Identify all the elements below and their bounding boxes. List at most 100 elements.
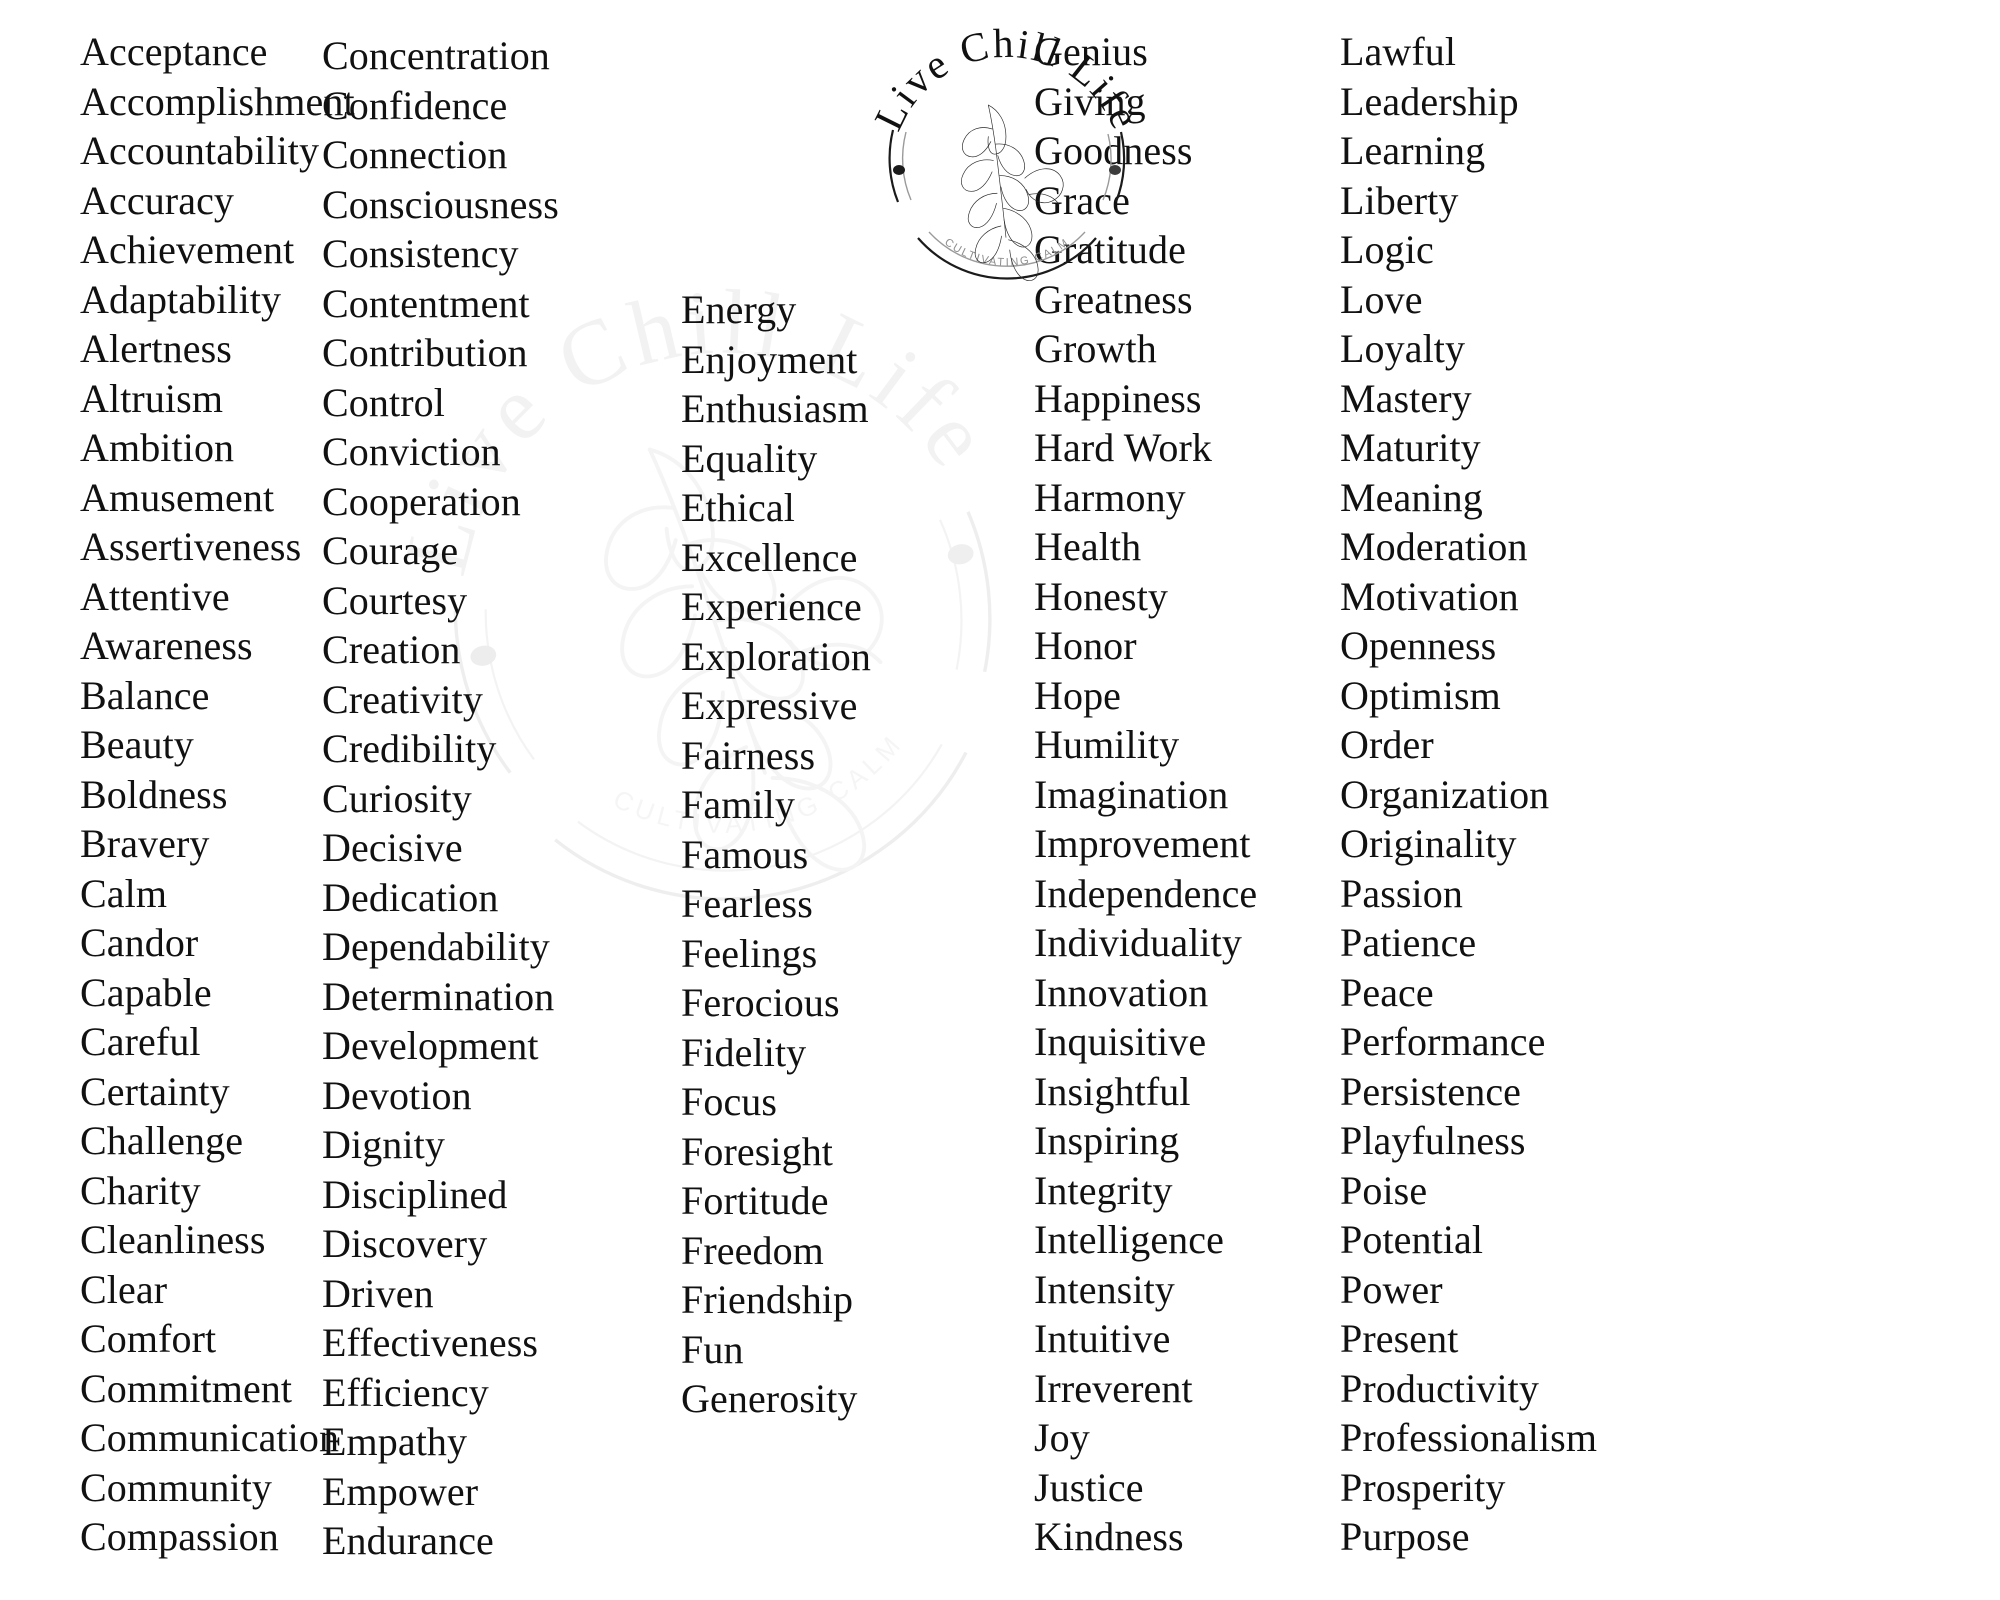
value-word: Family bbox=[681, 782, 795, 827]
value-word: Generosity bbox=[681, 1376, 858, 1421]
value-word: Careful bbox=[80, 1019, 201, 1064]
value-word: Disciplined bbox=[322, 1171, 508, 1217]
value-word: Ambition bbox=[80, 425, 235, 470]
value-word: Boldness bbox=[80, 771, 228, 817]
value-word: Confidence bbox=[322, 82, 508, 128]
value-word: Creativity bbox=[322, 676, 483, 722]
value-word: Intuitive bbox=[1034, 1316, 1171, 1361]
value-word: Feelings bbox=[681, 930, 818, 976]
value-word: Imagination bbox=[1034, 771, 1229, 817]
value-word: Capable bbox=[80, 969, 212, 1015]
value-word: Dignity bbox=[322, 1122, 445, 1167]
value-word: Expressive bbox=[681, 683, 858, 728]
value-word: Honor bbox=[1034, 623, 1137, 668]
value-word: Acceptance bbox=[80, 29, 268, 74]
value-word: Fidelity bbox=[681, 1029, 807, 1075]
value-word: Achievement bbox=[80, 227, 295, 272]
value-word: Integrity bbox=[1034, 1167, 1173, 1213]
value-word: Conviction bbox=[322, 429, 501, 474]
value-word: Determination bbox=[322, 973, 555, 1019]
value-word: Enthusiasm bbox=[681, 386, 869, 431]
value-word: Balance bbox=[80, 672, 210, 718]
value-word: Optimism bbox=[1340, 672, 1501, 718]
value-word: Curiosity bbox=[322, 775, 472, 821]
value-word: Community bbox=[80, 1464, 273, 1510]
value-word: Loyalty bbox=[1340, 326, 1466, 371]
value-word: Courtesy bbox=[322, 577, 468, 623]
value-word: Attentive bbox=[80, 573, 230, 619]
value-word: Energy bbox=[681, 287, 797, 332]
value-word: Contribution bbox=[322, 330, 528, 375]
value-word: Hard Work bbox=[1034, 425, 1213, 470]
value-word: Foresight bbox=[681, 1128, 834, 1174]
value-word: Courage bbox=[322, 528, 459, 573]
value-word: Persistence bbox=[1340, 1068, 1522, 1114]
value-word: Calm bbox=[80, 870, 168, 916]
value-word: Empathy bbox=[322, 1419, 468, 1464]
value-word: Love bbox=[1340, 276, 1423, 322]
value-word: Creation bbox=[322, 627, 461, 672]
value-word: Order bbox=[1340, 722, 1434, 767]
value-word: Efficiency bbox=[322, 1369, 489, 1415]
value-word: Intensity bbox=[1034, 1266, 1175, 1312]
value-word: Experience bbox=[681, 584, 862, 629]
value-word: Inquisitive bbox=[1034, 1019, 1207, 1064]
value-word: Dependability bbox=[322, 924, 550, 969]
value-word: Fairness bbox=[681, 732, 816, 778]
value-word: Friendship bbox=[681, 1277, 854, 1322]
value-word: Ethical bbox=[681, 485, 795, 530]
value-word: Maturity bbox=[1340, 425, 1481, 470]
value-word: Consistency bbox=[322, 231, 519, 276]
value-word: Learning bbox=[1340, 128, 1486, 173]
value-word: Irreverent bbox=[1034, 1365, 1193, 1411]
value-word: Altruism bbox=[80, 375, 224, 421]
value-word: Health bbox=[1034, 524, 1142, 569]
value-word: Devotion bbox=[322, 1072, 472, 1118]
logo-tagline-text: CULTIVATING CALM bbox=[942, 236, 1072, 269]
value-word: Prosperity bbox=[1340, 1464, 1506, 1510]
value-word: Accountability bbox=[80, 128, 320, 173]
value-word: Potential bbox=[1340, 1217, 1484, 1262]
value-word: Poise bbox=[1340, 1167, 1428, 1213]
value-word: Peace bbox=[1340, 969, 1434, 1015]
value-word: Clear bbox=[80, 1266, 168, 1312]
value-word: Beauty bbox=[80, 722, 194, 767]
value-word: Kindness bbox=[1034, 1514, 1184, 1559]
value-word: Certainty bbox=[80, 1068, 230, 1114]
value-word: Empower bbox=[322, 1468, 479, 1514]
brand-logo: Live Chill Life CULTIVATING CALM bbox=[862, 22, 1152, 292]
value-word: Connection bbox=[322, 132, 508, 177]
value-word: Joy bbox=[1034, 1415, 1090, 1460]
value-word: Amusement bbox=[80, 474, 275, 520]
value-word: Playfulness bbox=[1340, 1118, 1526, 1163]
value-word: Power bbox=[1340, 1266, 1443, 1312]
value-word: Accomplishment bbox=[80, 78, 355, 124]
value-word: Liberty bbox=[1340, 177, 1459, 223]
value-word: Growth bbox=[1034, 326, 1157, 371]
value-word: Control bbox=[322, 379, 445, 425]
value-word: Assertiveness bbox=[80, 524, 302, 569]
value-word: Concentration bbox=[322, 33, 550, 78]
value-word: Openness bbox=[1340, 623, 1497, 668]
value-word: Meaning bbox=[1340, 474, 1483, 520]
value-word: Intelligence bbox=[1034, 1217, 1224, 1262]
value-word: Adaptability bbox=[80, 276, 282, 322]
value-word: Endurance bbox=[322, 1518, 494, 1563]
values-column-1: Acceptance Accomplishment Accountability Ac… bbox=[80, 27, 355, 1562]
value-word: Focus bbox=[681, 1079, 778, 1124]
value-word: Logic bbox=[1340, 227, 1434, 272]
value-word: Cooperation bbox=[322, 478, 521, 524]
values-column-5: Lawful Leadership Learning Liberty Logic Love… bbox=[1340, 27, 1597, 1562]
value-word: Accuracy bbox=[80, 177, 235, 223]
value-word: Contentment bbox=[322, 280, 530, 326]
value-word: Humility bbox=[1034, 722, 1180, 767]
value-word: Development bbox=[322, 1023, 539, 1068]
value-word: Famous bbox=[681, 831, 809, 877]
value-word: Leadership bbox=[1340, 78, 1519, 124]
value-word: Motivation bbox=[1340, 573, 1519, 619]
value-word: Dedication bbox=[322, 874, 499, 920]
value-word: Lawful bbox=[1340, 29, 1457, 74]
value-word: Fun bbox=[681, 1326, 744, 1372]
value-word: Patience bbox=[1340, 920, 1477, 965]
value-word: Organization bbox=[1340, 771, 1550, 817]
